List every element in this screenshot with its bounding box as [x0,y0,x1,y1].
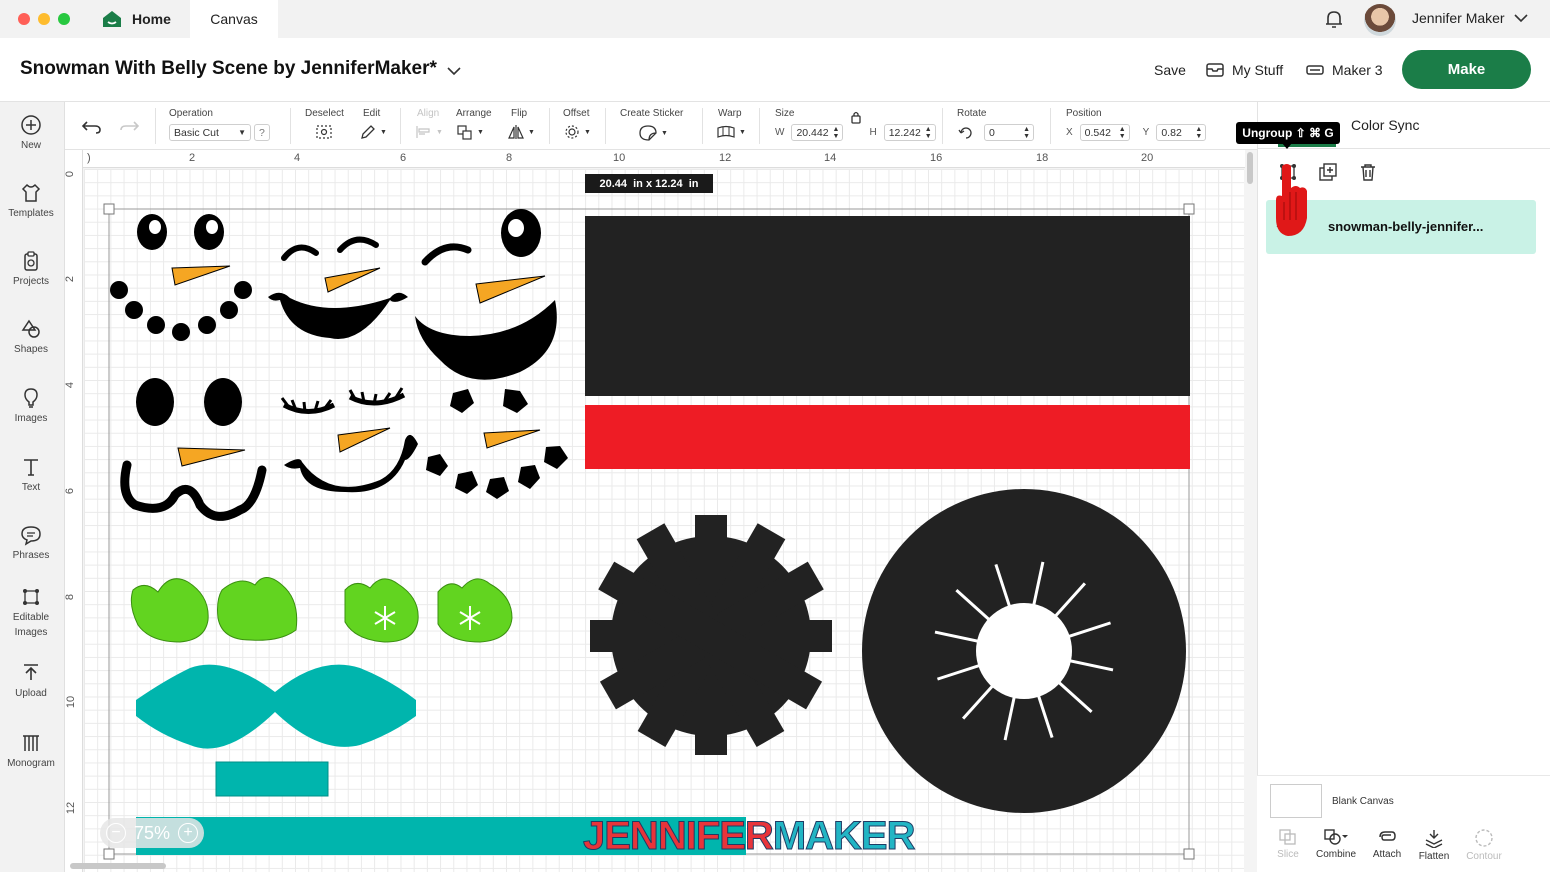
selection-handle [1183,848,1195,860]
combine-label: Combine [1315,849,1357,860]
selection-handle [103,203,115,215]
combine-icon [1324,829,1348,845]
selection-handle [103,848,115,860]
gear-shape [590,515,832,755]
snowman-face-6 [426,429,568,499]
vertical-scrollbar[interactable] [1247,152,1253,184]
flatten-label: Flatten [1418,851,1450,862]
attach-button[interactable]: Attach [1361,828,1413,860]
color-sync-tab[interactable]: Color Sync [1351,117,1419,133]
duplicate-icon[interactable] [1318,162,1338,182]
dimension-badge-text: 20.44 in x 12.24 in [599,177,699,190]
selection-handle [1183,203,1195,215]
combine-button[interactable]: Combine [1310,828,1362,860]
contour-icon [1475,829,1493,847]
snowman-face-4 [120,378,267,521]
layer-name: snowman-belly-jennifer... [1328,219,1484,234]
slice-icon [1279,829,1296,845]
belly-red-band [585,405,1190,469]
dimension-badge: 20.44 in x 12.24 in [585,174,713,193]
zoom-control: − 75% + [100,818,204,848]
horizontal-scrollbar[interactable] [70,863,166,869]
hand-pointer-icon [1276,164,1307,236]
zoom-level: 75% [133,822,171,843]
mittens [130,577,513,643]
contour-button[interactable]: Contour [1458,828,1510,862]
teal-bow [136,664,416,749]
tooltip-text: Ungroup ⇧ ⌘ G [1242,126,1334,140]
zoom-out-button[interactable]: − [106,823,126,843]
belly-black-band [585,216,1190,396]
ungroup-tooltip: Ungroup ⇧ ⌘ G [1236,122,1340,144]
attach-label: Attach [1372,849,1402,860]
flatten-icon [1425,830,1443,848]
blank-canvas-swatch[interactable] [1270,784,1322,818]
paperclip-icon [1379,831,1396,841]
snowman-face-1 [110,214,252,341]
snowman-face-2 [268,236,408,339]
slice-label: Slice [1277,849,1299,860]
tooltip-arrow [1282,143,1292,149]
snowman-face-3 [415,209,557,413]
trash-icon[interactable] [1358,162,1378,182]
teal-rectangle [215,761,329,797]
watermark-logo: JENNIFERMAKER [583,814,916,859]
watermark-part-2: MAKER [772,814,916,859]
flatten-button[interactable]: Flatten [1408,828,1460,862]
watermark-part-1: JENNIFER [583,814,775,859]
belly-circle [862,489,1186,813]
blank-canvas-label: Blank Canvas [1332,796,1394,807]
slice-button[interactable]: Slice [1262,828,1314,860]
contour-label: Contour [1466,851,1502,862]
zoom-in-button[interactable]: + [178,823,198,843]
snowman-face-5 [280,387,418,493]
